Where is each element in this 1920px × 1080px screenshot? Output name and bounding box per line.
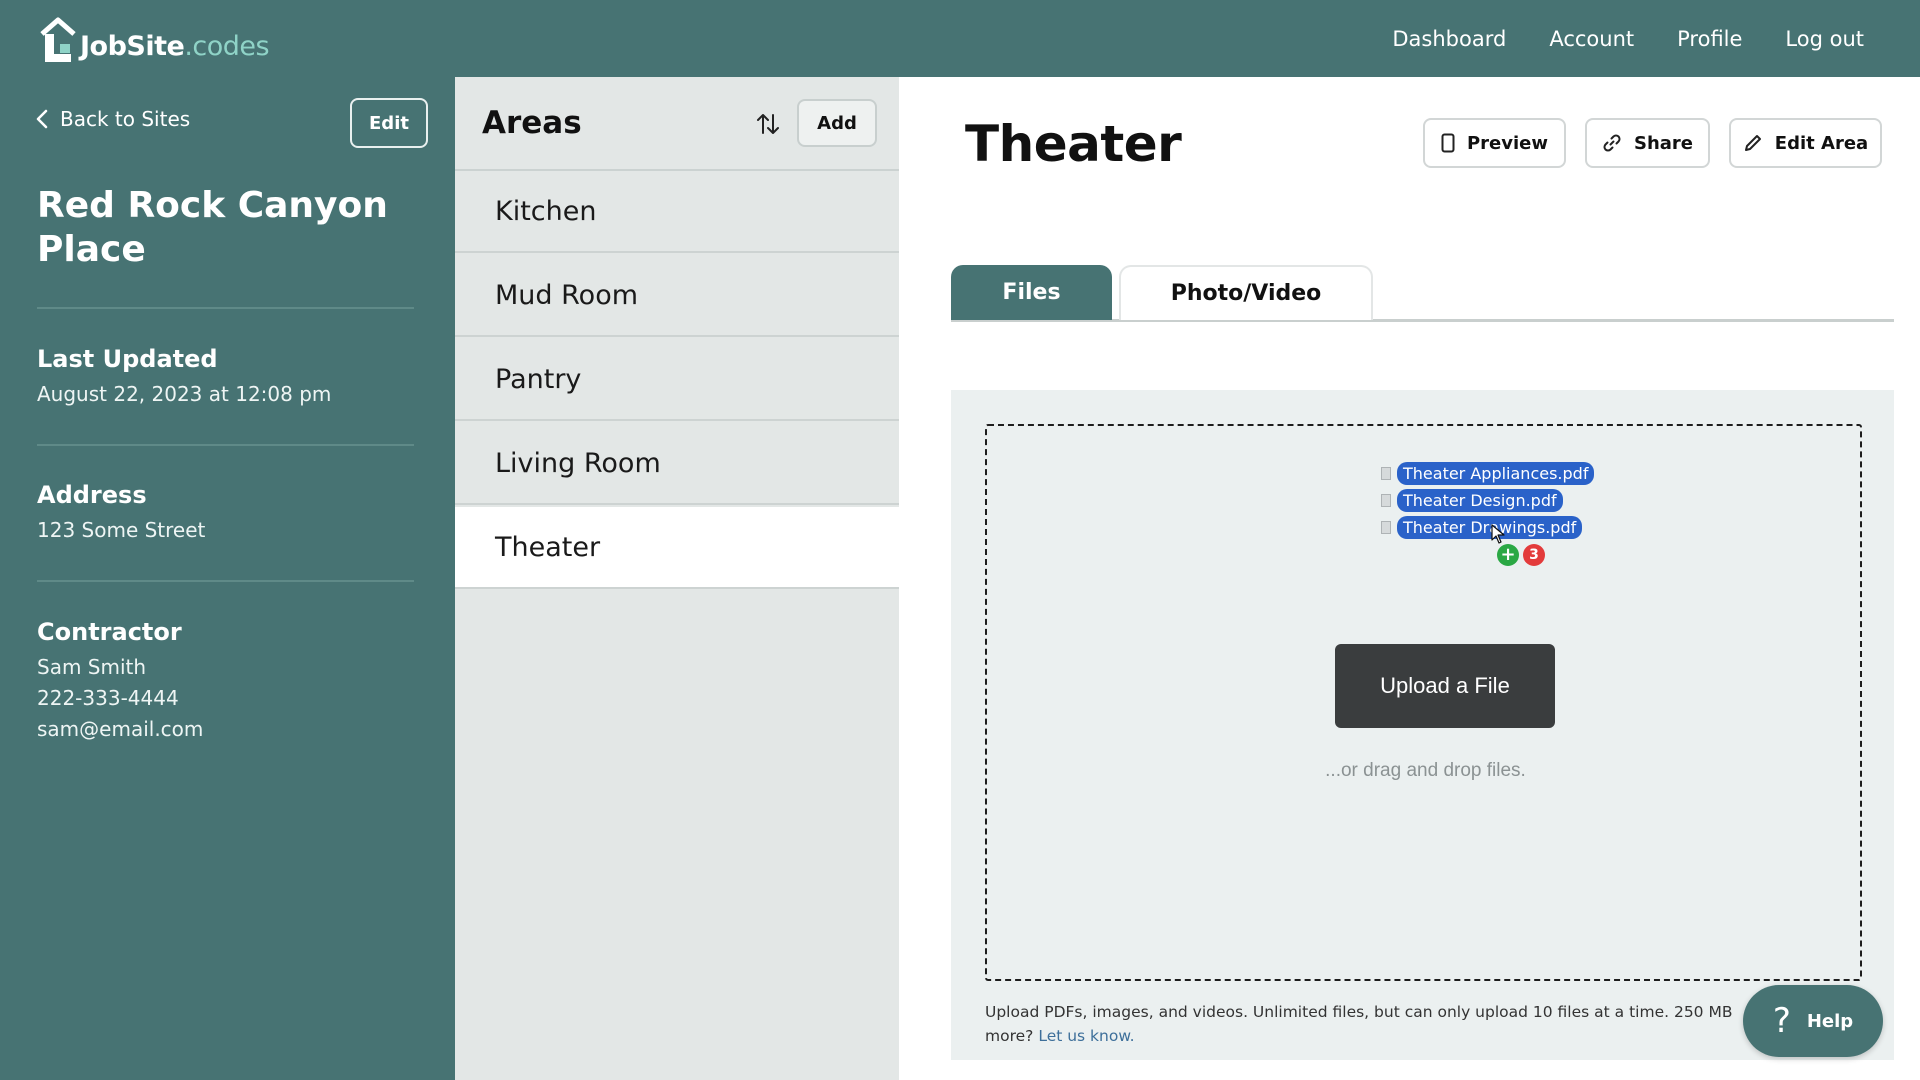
last-updated-label: Last Updated [37,345,218,373]
edit-site-button[interactable]: Edit [350,98,428,148]
document-icon [1381,467,1391,480]
upload-file-button[interactable]: Upload a File [1335,644,1555,728]
area-item-pantry[interactable]: Pantry [455,339,899,421]
back-to-sites-link[interactable]: Back to Sites [36,107,190,131]
upload-note-text: Upload PDFs, images, and videos. Unlimit… [985,1003,1733,1021]
contact-us-link[interactable]: Let us know. [1038,1027,1134,1045]
share-label: Share [1633,132,1693,154]
area-item-living-room[interactable]: Living Room [455,423,899,505]
pencil-icon [1744,135,1761,151]
contractor-phone: 222-333-4444 [37,686,179,710]
preview-label: Preview [1466,132,1549,154]
sidebar-divider [37,444,414,446]
dragged-file-name: Theater Drawings.pdf [1397,516,1583,539]
address-block: Address 123 Some Street [37,481,427,546]
nav-profile[interactable]: Profile [1677,27,1742,51]
address-label: Address [37,481,147,509]
area-title: Theater [965,115,1182,173]
help-button[interactable]: ? Help [1743,985,1883,1057]
document-icon [1381,494,1391,507]
chevron-left-icon [36,109,48,129]
areas-title: Areas [482,105,582,141]
site-sidebar: Back to Sites Edit Red Rock Canyon Place… [0,77,455,1080]
site-name: Red Rock Canyon Place [37,185,388,270]
top-navigation-bar: JobSite.codes Dashboard Account Profile … [0,0,1920,77]
upload-note-more: more? [985,1027,1034,1045]
dragged-file-name: Theater Appliances.pdf [1397,462,1595,485]
sort-icon[interactable] [755,111,781,137]
house-logo-icon [40,17,76,62]
edit-area-label: Edit Area [1774,132,1869,154]
areas-panel: Areas Add Kitchen Mud Room Pantry Living… [455,77,899,1080]
link-icon [1603,134,1621,152]
tab-files[interactable]: Files [951,265,1112,320]
file-dropzone[interactable]: Theater Appliances.pdf Theater Design.pd… [985,424,1862,981]
last-updated-value: August 22, 2023 at 12:08 pm [37,382,332,406]
dragged-file: Theater Design.pdf [1381,487,1621,514]
nav-dashboard[interactable]: Dashboard [1392,27,1506,51]
main-nav: Dashboard Account Profile Log out [1392,0,1864,77]
sidebar-divider [37,580,414,582]
share-button[interactable]: Share [1585,118,1710,168]
document-icon [1381,521,1391,534]
add-area-button[interactable]: Add [797,99,877,147]
contractor-block: Contractor Sam Smith 222-333-4444 sam@em… [37,618,427,745]
mouse-cursor-icon [1491,524,1505,544]
preview-button[interactable]: Preview [1423,118,1566,168]
content-tabs: Files Photo/Video [951,265,1894,322]
nav-logout[interactable]: Log out [1785,27,1864,51]
drag-count-badge: 3 [1523,544,1545,566]
area-item-kitchen[interactable]: Kitchen [455,171,899,253]
contractor-label: Contractor [37,618,182,646]
area-detail: Theater Preview Share Edit Area Files Ph… [899,77,1920,1080]
area-item-theater[interactable]: Theater [455,507,899,589]
drag-badges: + 3 [1497,544,1545,566]
area-item-mud-room[interactable]: Mud Room [455,255,899,337]
back-to-sites-label: Back to Sites [60,107,191,131]
dragged-file: Theater Appliances.pdf [1381,460,1621,487]
help-label: Help [1806,1010,1854,1032]
contractor-email: sam@email.com [37,717,204,741]
contractor-name: Sam Smith [37,655,147,679]
tab-photo-video[interactable]: Photo/Video [1119,265,1373,320]
phone-icon [1441,133,1455,153]
areas-header: Areas Add [455,77,899,171]
address-value: 123 Some Street [37,518,206,542]
sidebar-divider [37,307,414,309]
edit-area-button[interactable]: Edit Area [1729,118,1882,168]
dragged-file-name: Theater Design.pdf [1397,489,1563,512]
upload-note: Upload PDFs, images, and videos. Unlimit… [985,1000,1745,1048]
upload-panel: Theater Appliances.pdf Theater Design.pd… [951,390,1894,1060]
question-mark-icon: ? [1772,1001,1791,1041]
nav-account[interactable]: Account [1549,27,1634,51]
logo-text: JobSite.codes [80,31,270,62]
drag-drop-hint: ...or drag and drop files. [1325,760,1526,781]
plus-icon: + [1497,544,1519,566]
last-updated-block: Last Updated August 22, 2023 at 12:08 pm [37,345,427,410]
jobsite-logo[interactable]: JobSite.codes [38,8,270,66]
